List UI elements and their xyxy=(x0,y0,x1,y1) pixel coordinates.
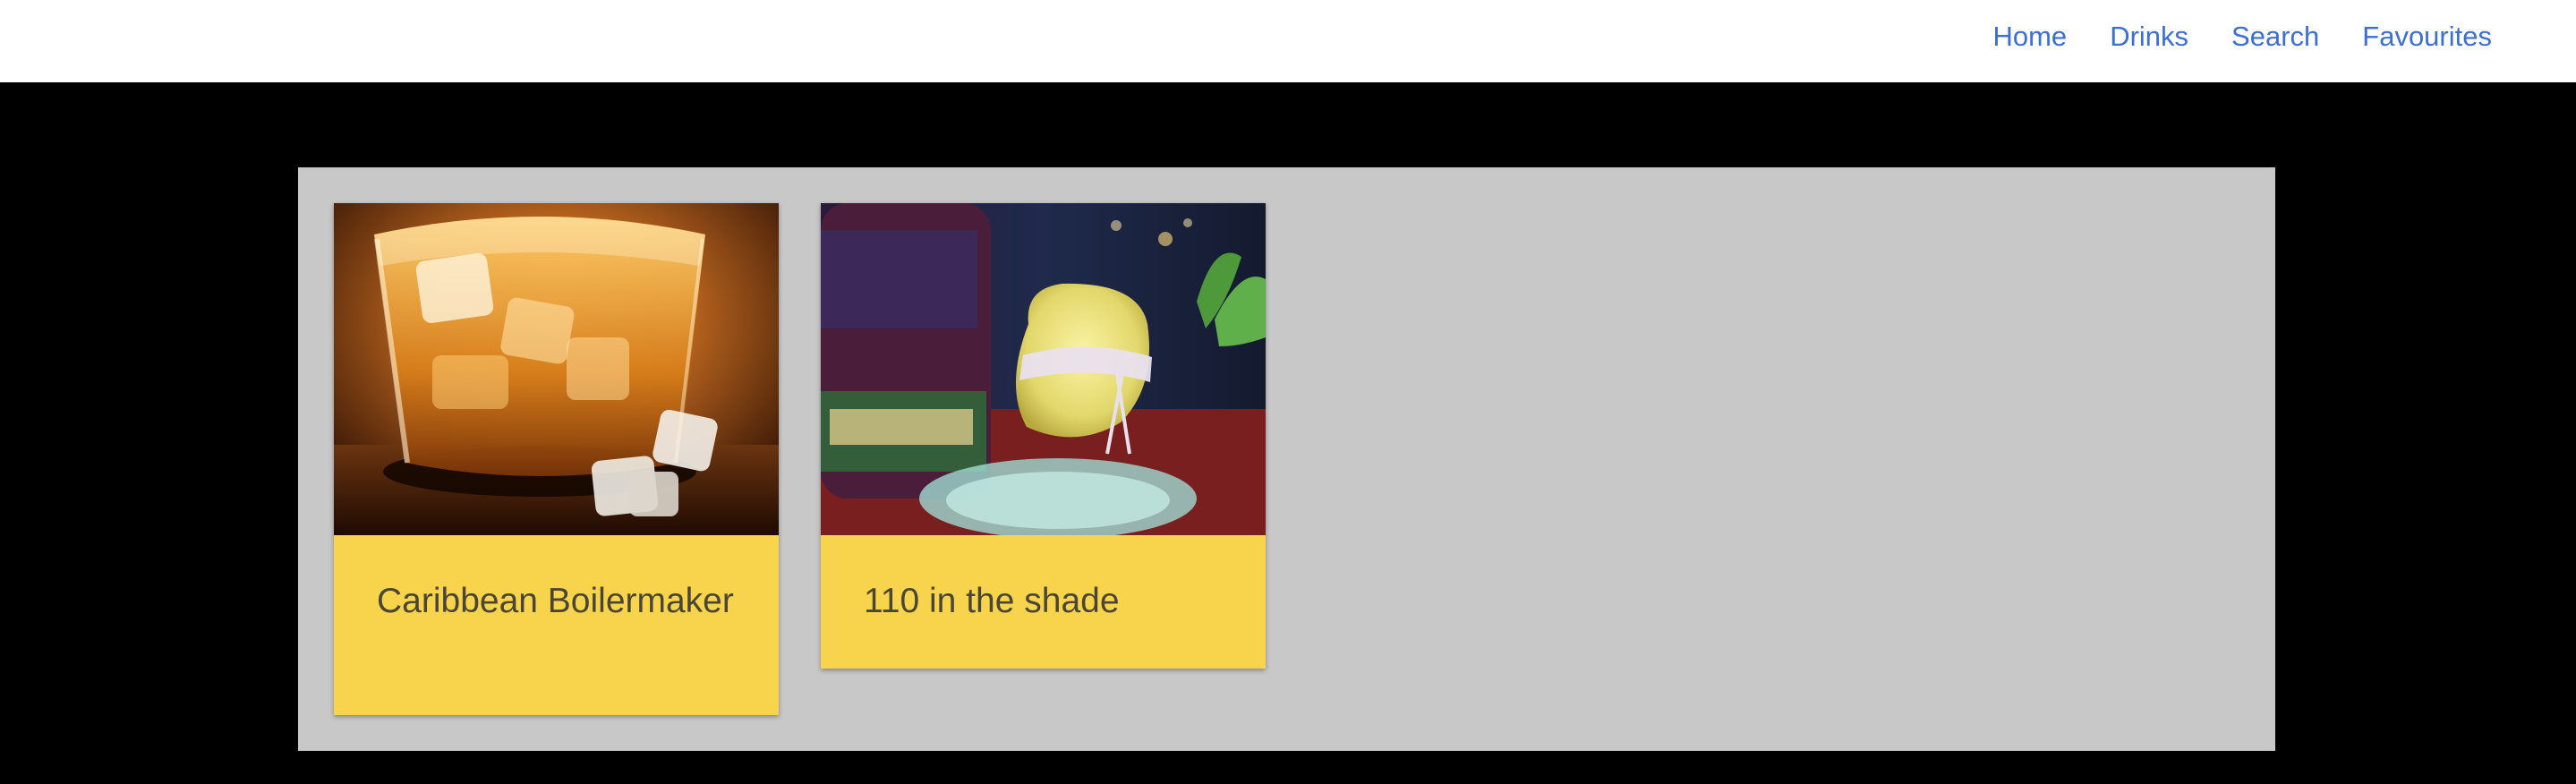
drink-image-whiskey xyxy=(334,203,779,535)
drink-card[interactable]: 110 in the shade xyxy=(821,203,1266,669)
main-content: Caribbean Boilermaker 110 in the shade xyxy=(0,82,2576,784)
drink-name: 110 in the shade xyxy=(864,582,1120,620)
nav-link-search[interactable]: Search xyxy=(2231,21,2319,53)
drink-name: Caribbean Boilermaker xyxy=(377,582,734,620)
nav-links: Home Drinks Search Favourites xyxy=(1949,0,2492,73)
nav-link-drinks[interactable]: Drinks xyxy=(2110,21,2188,53)
drink-image-cocktail xyxy=(821,203,1266,535)
drink-card[interactable]: Caribbean Boilermaker xyxy=(334,203,779,715)
top-navbar: Home Drinks Search Favourites xyxy=(0,0,2576,82)
nav-link-home[interactable]: Home xyxy=(1992,21,2067,53)
drinks-panel: Caribbean Boilermaker 110 in the shade xyxy=(298,167,2275,751)
nav-link-favourites[interactable]: Favourites xyxy=(2362,21,2492,53)
